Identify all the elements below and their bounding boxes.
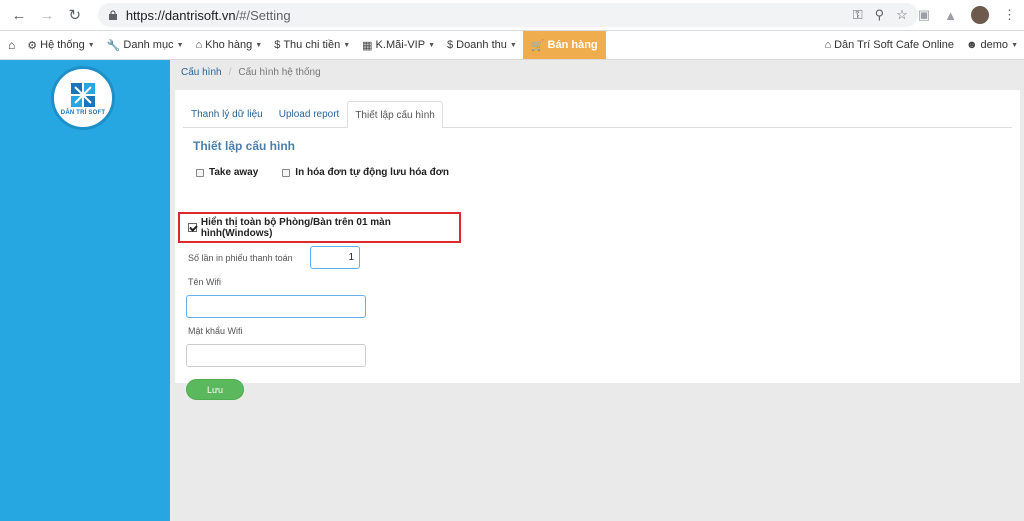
caret-down-icon: ▼ xyxy=(176,41,184,49)
save-button[interactable]: Lưu xyxy=(186,379,244,400)
show-all-rooms-checkbox[interactable] xyxy=(188,223,197,232)
wifi-password-label: Mật khẩu Wifi xyxy=(188,326,243,336)
take-away-checkbox[interactable] xyxy=(196,168,204,177)
nav-he-thong[interactable]: ⚙ Hệ thống ▼ xyxy=(21,31,100,59)
caret-down-icon: ▼ xyxy=(428,41,435,49)
menu-icon[interactable]: ⋮ xyxy=(1003,7,1016,23)
main-content: Cấu hình / Cấu hình hệ thống Thanh lý dữ… xyxy=(170,60,1024,521)
nav-store[interactable]: ⌂ Dân Trí Soft Cafe Online xyxy=(818,31,960,59)
settings-panel: Thanh lý dữ liệu Upload report Thiết lập… xyxy=(175,90,1020,400)
browser-toolbar: ← → ↻ https://dantrisoft.vn/#/Setting ⚿ … xyxy=(0,0,1024,31)
sidebar: DÂN TRÍ SOFT xyxy=(0,60,170,521)
home-icon: ⌂ xyxy=(824,39,832,51)
home-icon: ⌂ xyxy=(195,39,203,51)
show-all-rooms-label: Hiển thị toàn bộ Phòng/Bàn trên 01 màn h… xyxy=(200,216,391,239)
caret-down-icon: ▼ xyxy=(509,41,517,49)
checkbox-row: Take away In hóa đơn tự động lưu hóa đơn xyxy=(196,167,1012,178)
nav-khuyen-mai[interactable]: ▦ K.Mãi-VIP ▼ xyxy=(356,31,441,59)
print-count-input[interactable]: 1 xyxy=(310,246,360,269)
qrcode-icon: ▦ xyxy=(362,39,373,52)
show-all-rooms-highlight: Hiển thị toàn bộ Phòng/Bàn trên 01 màn h… xyxy=(178,212,461,243)
key-icon[interactable]: ⚿ xyxy=(853,7,863,23)
nav-label: Bán hàng xyxy=(547,39,598,51)
extension-icon[interactable]: ▣ xyxy=(918,7,930,23)
url-host: https://dantrisoft.vn xyxy=(125,7,236,23)
profile-avatar[interactable] xyxy=(971,6,989,24)
breadcrumb: Cấu hình / Cấu hình hệ thống xyxy=(175,60,1024,84)
dollar-icon: $ xyxy=(447,39,454,51)
nav-label: Danh mục xyxy=(123,39,174,51)
zoom-icon[interactable]: ⚲ xyxy=(875,7,885,23)
nav-user[interactable]: ☻ demo ▼ xyxy=(960,31,1024,59)
auto-save-print-checkbox[interactable] xyxy=(282,168,291,177)
address-bar[interactable]: https://dantrisoft.vn/#/Setting ⚿ ⚲ ☆ xyxy=(97,3,918,27)
reload-icon[interactable]: ↻ xyxy=(64,4,86,26)
nav-thu-chi[interactable]: $ Thu chi tiền ▼ xyxy=(268,31,356,59)
nav-ban-hang[interactable]: 🛒 Bán hàng xyxy=(522,31,606,59)
wrench-icon: 🔧 xyxy=(106,39,121,52)
lock-icon xyxy=(108,10,117,20)
user-name: demo xyxy=(980,39,1009,51)
caret-down-icon: ▼ xyxy=(255,41,263,49)
forward-icon[interactable]: → xyxy=(36,4,58,26)
tab-upload-report[interactable]: Upload report xyxy=(271,101,348,127)
caret-down-icon: ▼ xyxy=(87,41,95,49)
star-icon[interactable]: ☆ xyxy=(896,7,908,23)
caret-down-icon: ▼ xyxy=(343,41,351,49)
nav-label: K.Mãi-VIP xyxy=(375,39,426,51)
nav-label: Thu chi tiền xyxy=(283,39,341,51)
home-icon[interactable]: ⌂ xyxy=(0,31,21,59)
tab-bar: Thanh lý dữ liệu Upload report Thiết lập… xyxy=(183,101,1012,128)
section-title: Thiết lập cấu hình xyxy=(193,139,296,153)
store-name: Dân Trí Soft Cafe Online xyxy=(834,39,954,51)
auto-save-print-label: In hóa đơn tự động lưu hóa đơn xyxy=(295,167,449,178)
wifi-name-label: Tên Wifi xyxy=(188,277,222,287)
caret-down-icon: ▼ xyxy=(1011,41,1018,49)
logo-mark-icon xyxy=(71,82,95,107)
main-navbar: ⌂ ⚙ Hệ thống ▼ 🔧 Danh mục ▼ ⌂ Kho hàng ▼ $ Thu … xyxy=(0,31,1024,60)
drive-icon[interactable]: ▲ xyxy=(944,8,957,23)
user-icon: ☻ xyxy=(965,39,978,51)
url-path: /#/Setting xyxy=(235,7,291,23)
nav-label: Kho hàng xyxy=(205,39,253,51)
breadcrumb-separator: / xyxy=(228,66,232,78)
dollar-icon: $ xyxy=(274,39,281,51)
wifi-password-input[interactable] xyxy=(186,344,366,367)
back-icon[interactable]: ← xyxy=(8,4,30,26)
nav-doanh-thu[interactable]: $ Doanh thu ▼ xyxy=(441,31,523,59)
breadcrumb-current: Cấu hình hệ thống xyxy=(238,66,321,78)
print-count-label: Số lần in phiếu thanh toán xyxy=(188,253,293,263)
url-text: https://dantrisoft.vn/#/Setting xyxy=(126,8,291,23)
brand-logo[interactable]: DÂN TRÍ SOFT xyxy=(51,66,115,130)
wifi-name-input[interactable] xyxy=(186,295,366,318)
nav-danh-muc[interactable]: 🔧 Danh mục ▼ xyxy=(101,31,190,59)
breadcrumb-root-link[interactable]: Cấu hình xyxy=(181,67,222,78)
logo-text: DÂN TRÍ SOFT xyxy=(60,109,106,116)
nav-label: Doanh thu xyxy=(456,39,507,51)
nav-label: Hệ thống xyxy=(40,39,85,51)
gear-icon: ⚙ xyxy=(27,39,38,52)
tab-thanh-ly[interactable]: Thanh lý dữ liệu xyxy=(183,101,271,127)
nav-kho-hang[interactable]: ⌂ Kho hàng ▼ xyxy=(190,31,269,59)
take-away-label: Take away xyxy=(209,167,259,178)
cart-icon: 🛒 xyxy=(530,39,545,52)
tab-thiet-lap[interactable]: Thiết lập cấu hình xyxy=(347,101,443,128)
